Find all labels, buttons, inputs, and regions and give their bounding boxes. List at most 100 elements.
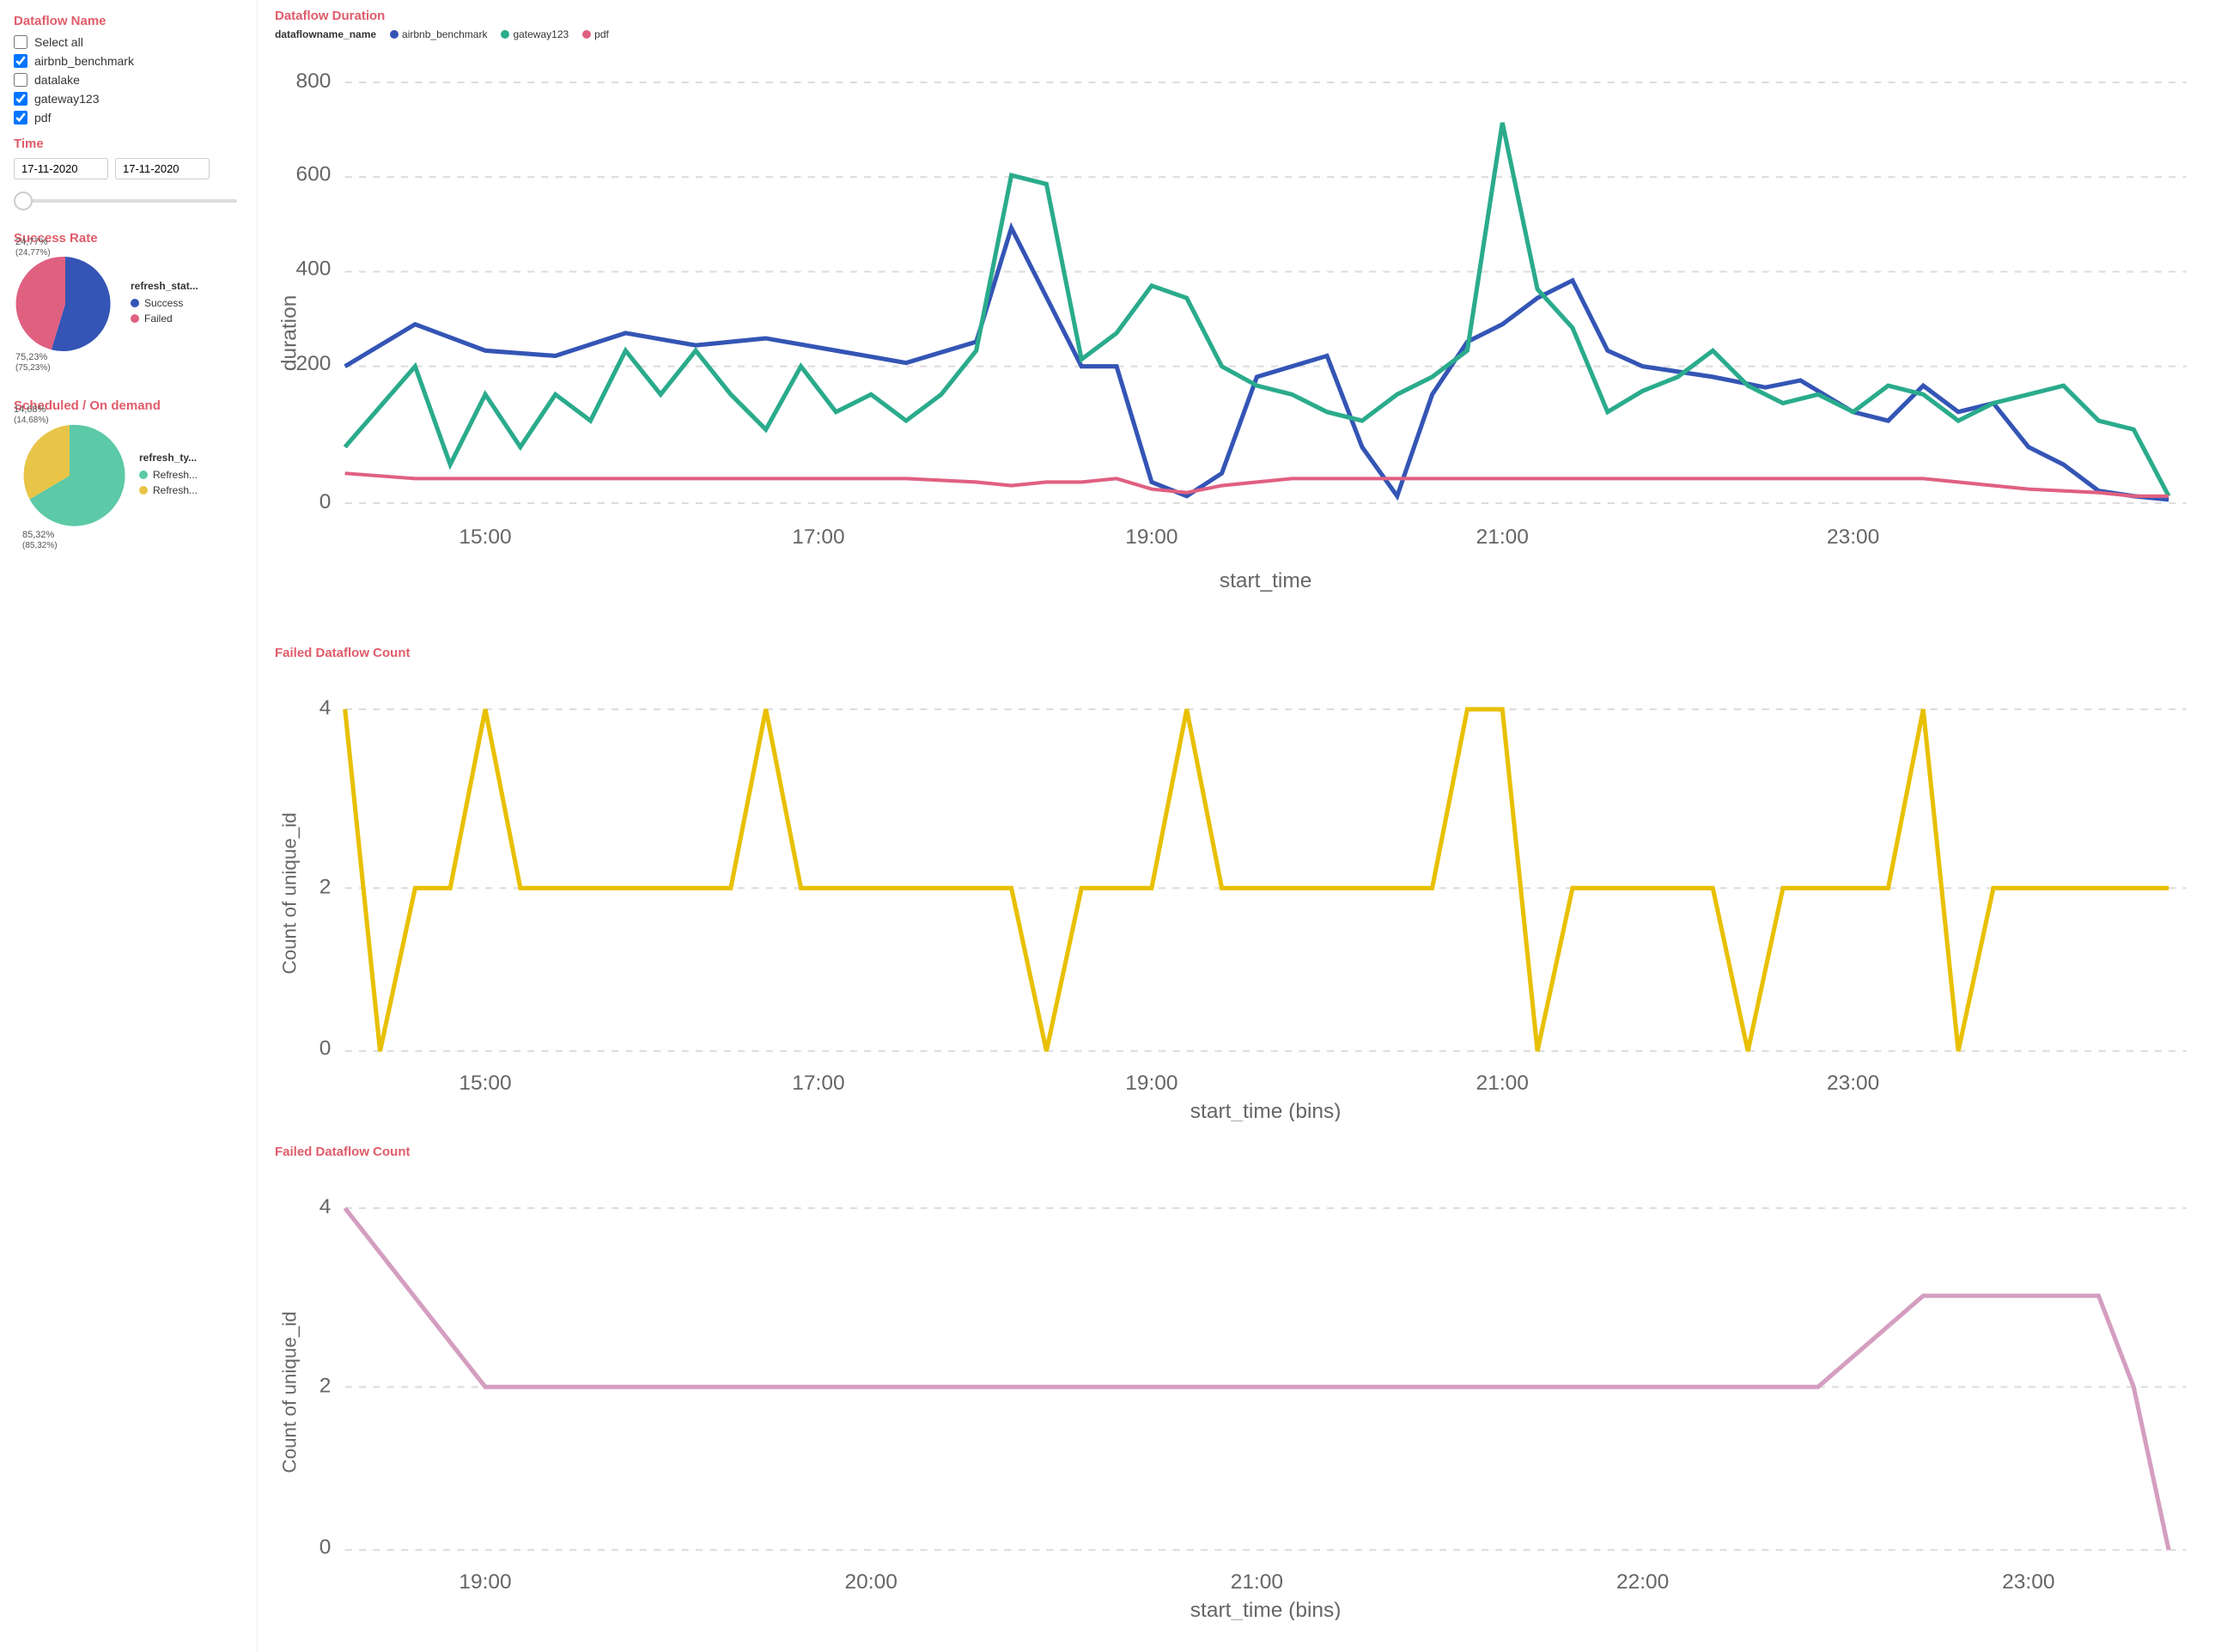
svg-text:23:00: 23:00 [1827, 525, 1879, 549]
success-label: Success [144, 297, 183, 309]
svg-text:200: 200 [295, 352, 331, 375]
success-pie-chart [14, 252, 117, 355]
failed-count-line [345, 709, 2169, 1051]
scheduled-pie: 14,68%(14,68%) 85,32%(85,32%) [14, 420, 125, 531]
duration-chart-section: Dataflow Duration dataflowname_name airb… [275, 9, 2204, 625]
sidebar: Dataflow Name Select all airbnb_benchmark… [0, 0, 258, 1652]
svg-text:19:00: 19:00 [459, 1570, 511, 1594]
pdf-legend-dot [582, 30, 591, 39]
svg-text:start_time (bins): start_time (bins) [1190, 1100, 1342, 1121]
scheduled-legend-item-yellow: Refresh... [139, 484, 198, 496]
checkbox-label-select_all: Select all [34, 35, 83, 49]
success-pie-legend: refresh_stat... Success Failed [131, 280, 198, 328]
failed-count-svg: 4 2 0 Count of unique_id 15:00 17:00 19:… [275, 665, 2204, 1121]
failed-count2-title: Failed Dataflow Count [275, 1145, 2204, 1159]
checkbox-item-pdf: pdf [14, 111, 243, 125]
checkbox-item-airbnb_benchmark: airbnb_benchmark [14, 54, 243, 68]
dataflow-section-title: Dataflow Name [14, 14, 243, 28]
success-failed-percent: 24,77%(24,77%) [15, 237, 51, 258]
failed-count2-svg: 4 2 0 Count of unique_id 19:00 20:00 21:… [275, 1164, 2204, 1620]
main-content: Dataflow Duration dataflowname_name airb… [258, 0, 2221, 1652]
failed-count-container: 4 2 0 Count of unique_id 15:00 17:00 19:… [275, 665, 2204, 1124]
scheduled-pie-legend: refresh_ty... Refresh... Refresh... [139, 452, 198, 500]
svg-text:19:00: 19:00 [1125, 1072, 1177, 1095]
legend-item-pdf: pdf [582, 28, 609, 40]
gateway-line [345, 123, 2169, 496]
yellow-refresh-label: Refresh... [153, 484, 198, 496]
scheduled-pie-chart [14, 420, 125, 531]
time-section: Time [14, 137, 243, 214]
svg-text:15:00: 15:00 [459, 525, 511, 549]
svg-text:23:00: 23:00 [1827, 1072, 1879, 1095]
checkbox-label-datalake: datalake [34, 73, 80, 87]
svg-text:start_time: start_time [1220, 569, 1312, 592]
gateway-legend-label: gateway123 [513, 28, 569, 40]
svg-text:2: 2 [319, 875, 332, 898]
success-dot [131, 299, 139, 307]
svg-text:duration: duration [278, 295, 301, 372]
svg-text:Count of unique_id: Count of unique_id [279, 1311, 301, 1473]
checkbox-select_all[interactable] [14, 35, 27, 49]
svg-text:0: 0 [319, 1535, 332, 1558]
failed-count2-line [345, 1208, 2169, 1550]
failed-label: Failed [144, 313, 173, 325]
scheduled-legend-item-teal: Refresh... [139, 469, 198, 481]
success-rate-pie: 24,77%(24,77%) 75,23%(75,23%) [14, 252, 117, 355]
svg-text:15:00: 15:00 [459, 1072, 511, 1095]
legend-item-airbnb: airbnb_benchmark [390, 28, 487, 40]
success-legend-item-success: Success [131, 297, 198, 309]
checkbox-pdf[interactable] [14, 111, 27, 125]
time-slider[interactable] [14, 188, 237, 214]
date-to-input[interactable] [115, 158, 210, 179]
success-percent-label: 75,23%(75,23%) [15, 352, 51, 373]
checkbox-item-datalake: datalake [14, 73, 243, 87]
success-legend-title: refresh_stat... [131, 280, 198, 292]
svg-text:600: 600 [295, 162, 331, 185]
time-section-title: Time [14, 137, 243, 151]
svg-text:0: 0 [319, 1036, 332, 1060]
svg-text:21:00: 21:00 [1476, 525, 1529, 549]
svg-text:19:00: 19:00 [1125, 525, 1177, 549]
scheduled-small-percent: 14,68%(14,68%) [14, 404, 49, 425]
failed-count2-container: 4 2 0 Count of unique_id 19:00 20:00 21:… [275, 1164, 2204, 1623]
checkbox-item-gateway123: gateway123 [14, 92, 243, 106]
svg-text:17:00: 17:00 [792, 525, 844, 549]
svg-text:23:00: 23:00 [2002, 1570, 2054, 1594]
failed-dot [131, 314, 139, 323]
teal-dot [139, 471, 148, 479]
duration-chart-title: Dataflow Duration [275, 9, 2204, 23]
scheduled-legend-title: refresh_ty... [139, 452, 198, 464]
svg-text:400: 400 [295, 258, 331, 281]
checkbox-airbnb_benchmark[interactable] [14, 54, 27, 68]
duration-svg: 800 600 400 200 0 duration 15:00 17:00 [275, 44, 2204, 623]
legend-field-label: dataflowname_name [275, 28, 376, 40]
svg-text:21:00: 21:00 [1476, 1072, 1529, 1095]
success-rate-pie-section: 24,77%(24,77%) 75,23%(75,23%) refresh_st… [14, 252, 243, 355]
gateway-legend-dot [501, 30, 509, 39]
airbnb-legend-dot [390, 30, 399, 39]
slider-track [14, 199, 237, 203]
duration-legend: dataflowname_name airbnb_benchmark gatew… [275, 28, 2204, 40]
scheduled-pie-section: 14,68%(14,68%) 85,32%(85,32%) refresh_ty… [14, 420, 243, 531]
airbnb-legend-label: airbnb_benchmark [402, 28, 487, 40]
teal-refresh-label: Refresh... [153, 469, 198, 481]
checkboxes-container: Select all airbnb_benchmark datalake gatewa… [14, 35, 243, 125]
svg-text:start_time (bins): start_time (bins) [1190, 1598, 1342, 1619]
svg-text:20:00: 20:00 [845, 1570, 898, 1594]
pdf-legend-label: pdf [594, 28, 609, 40]
checkbox-label-gateway123: gateway123 [34, 92, 100, 106]
checkbox-label-pdf: pdf [34, 111, 51, 125]
svg-text:22:00: 22:00 [1616, 1570, 1669, 1594]
checkbox-gateway123[interactable] [14, 92, 27, 106]
yellow-dot [139, 486, 148, 495]
checkbox-item-select_all: Select all [14, 35, 243, 49]
duration-chart-container: 800 600 400 200 0 duration 15:00 17:00 [275, 44, 2204, 625]
svg-text:17:00: 17:00 [792, 1072, 844, 1095]
slider-thumb[interactable] [14, 191, 33, 210]
svg-text:Count of unique_id: Count of unique_id [279, 812, 301, 974]
checkbox-datalake[interactable] [14, 73, 27, 87]
svg-text:21:00: 21:00 [1231, 1570, 1283, 1594]
time-inputs [14, 158, 243, 179]
svg-text:0: 0 [319, 490, 332, 513]
date-from-input[interactable] [14, 158, 108, 179]
